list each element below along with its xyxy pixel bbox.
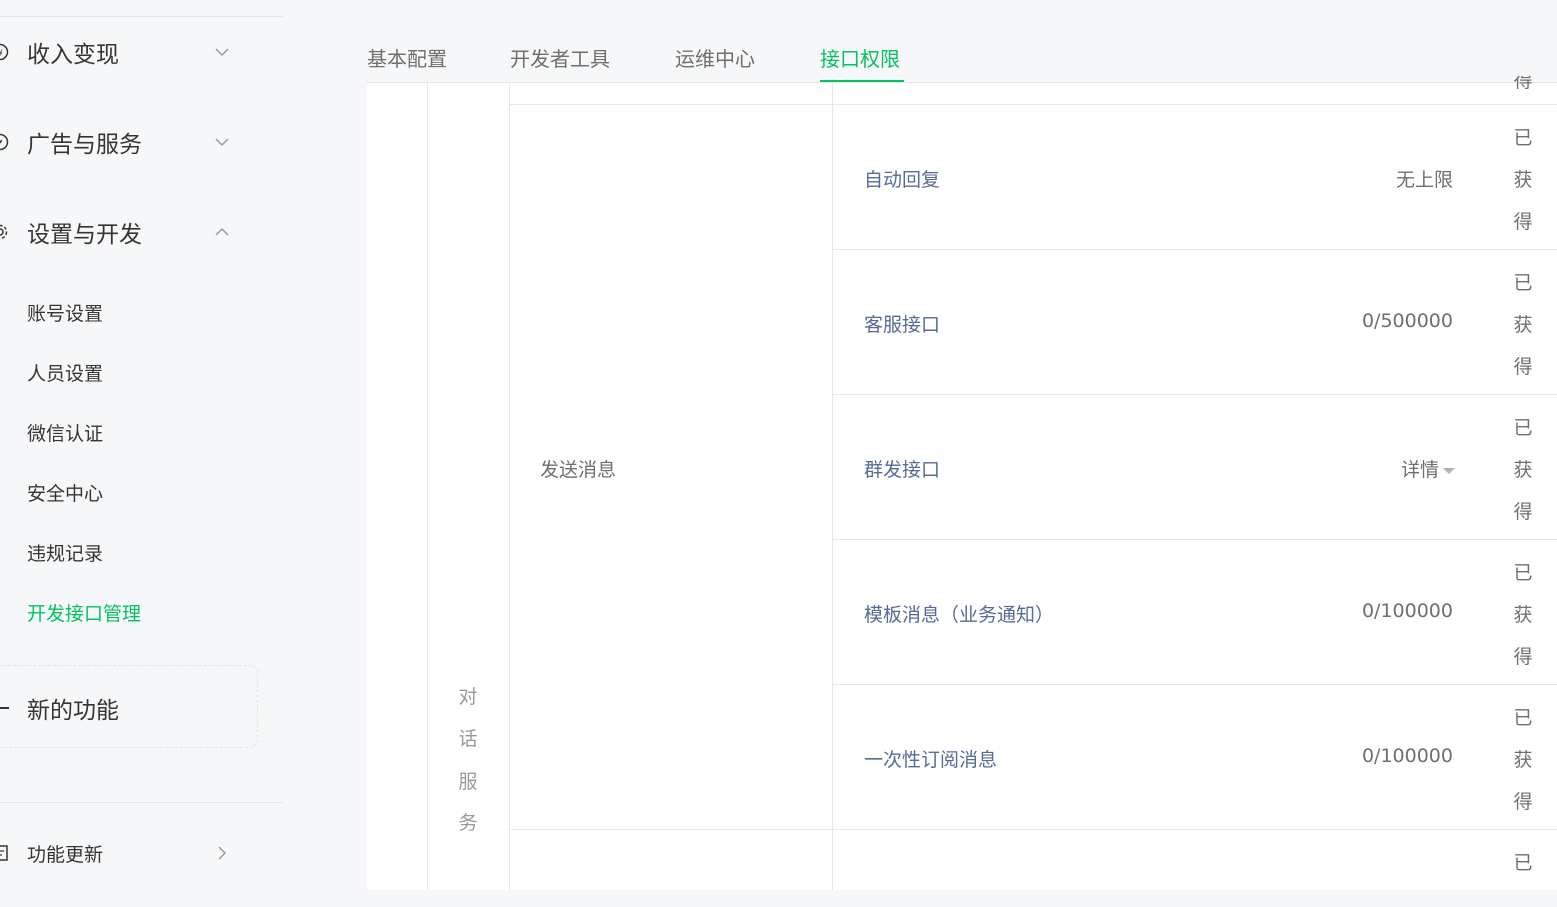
chevron-down-icon [215,48,229,57]
status-text: 获 [1513,604,1533,626]
table-row-divider [832,249,1557,250]
sidebar-item-account-settings[interactable]: 账号设置 [27,299,103,326]
nav-group-label: 设置与开发 [27,222,142,248]
api-name: 客服接口 [864,314,941,336]
table-column-divider [509,83,510,890]
status-text: 获 [1513,169,1533,191]
status-text: 获 [1513,749,1533,771]
sidebar-item-security[interactable]: 安全中心 [27,479,103,506]
api-name: 自动回复 [864,169,941,191]
api-quota: 0/100000 [1361,600,1453,622]
status-text: 已 [1513,852,1533,874]
table-column-divider [427,83,428,890]
nav-group-settings[interactable]: 设置与开发 [0,212,260,252]
nav-group-label: 收入变现 [27,42,119,68]
caret-down-icon [1443,467,1455,474]
tab-ops-center[interactable]: 运维中心 [675,43,755,72]
status-text: 得 [1513,646,1533,668]
nav-item-label: 功能更新 [27,843,104,866]
sidebar-item-violations[interactable]: 违规记录 [27,539,103,566]
status-text: 得 [1513,501,1533,523]
table-row-divider [509,829,1557,830]
nav-group-revenue[interactable]: ¥ 收入变现 [0,32,260,72]
gear-icon [0,224,8,240]
nav-feature-updates[interactable]: 功能更新 [0,833,260,873]
svg-text:¥: ¥ [0,49,3,59]
api-quota: 0/500000 [1361,310,1453,332]
status-text: 已 [1513,562,1533,584]
status-text: 已 [1513,272,1533,294]
status-text: 得 [1513,791,1533,813]
chevron-right-icon [218,846,227,860]
status-text: 获 [1513,314,1533,336]
plus-icon [0,707,9,709]
tab-bar: 基本配置 开发者工具 运维中心 接口权限 [367,0,1557,83]
sidebar-item-staff-settings[interactable]: 人员设置 [27,359,103,386]
details-label: 详情 [1400,459,1439,481]
status-text: 已 [1513,707,1533,729]
coin-icon: ¥ [0,43,9,61]
sidebar-divider [0,16,283,17]
api-quota: 0/100000 [1361,745,1453,767]
api-name: 一次性订阅消息 [864,749,998,771]
status-text: 得 [1513,356,1533,378]
api-name: 模板消息（业务通知） [864,604,1055,626]
table-row-divider [832,539,1557,540]
details-dropdown[interactable]: 详情 [1401,455,1455,482]
table-column-divider [832,83,833,890]
chevron-down-icon [215,138,229,147]
sidebar: ¥ 收入变现 广告与服务 设置与开发 账号设置 人员设置 微信认证 安全中心 违… [0,0,283,907]
tab-api-permissions[interactable]: 接口权限 [820,43,900,72]
tab-basic-config[interactable]: 基本配置 [367,43,447,72]
nav-group-ads[interactable]: 广告与服务 [0,122,260,162]
document-icon [0,845,8,861]
api-name: 群发接口 [864,459,941,481]
table-row-divider [832,684,1557,685]
category-char: 务 [458,812,478,834]
category-char: 服 [458,771,478,793]
table-row-divider [509,104,1557,105]
category-char: 话 [458,728,478,750]
status-text: 已 [1513,417,1533,439]
table-row-divider [832,394,1557,395]
sub-category-label: 发送消息 [540,459,617,481]
status-text: 已 [1513,127,1533,149]
api-quota: 无上限 [1395,169,1453,191]
nav-group-label: 广告与服务 [27,132,142,158]
sidebar-item-dev-api[interactable]: 开发接口管理 [27,599,141,626]
category-char: 对 [458,686,478,708]
sidebar-item-wechat-verify[interactable]: 微信认证 [27,419,103,446]
new-feature-label: 新的功能 [27,698,119,724]
status-text: 得 [1513,211,1533,233]
tab-developer-tools[interactable]: 开发者工具 [510,43,610,72]
compass-icon [0,133,9,151]
chevron-up-icon [215,227,229,236]
sidebar-divider [0,802,283,803]
status-text: 获 [1513,459,1533,481]
